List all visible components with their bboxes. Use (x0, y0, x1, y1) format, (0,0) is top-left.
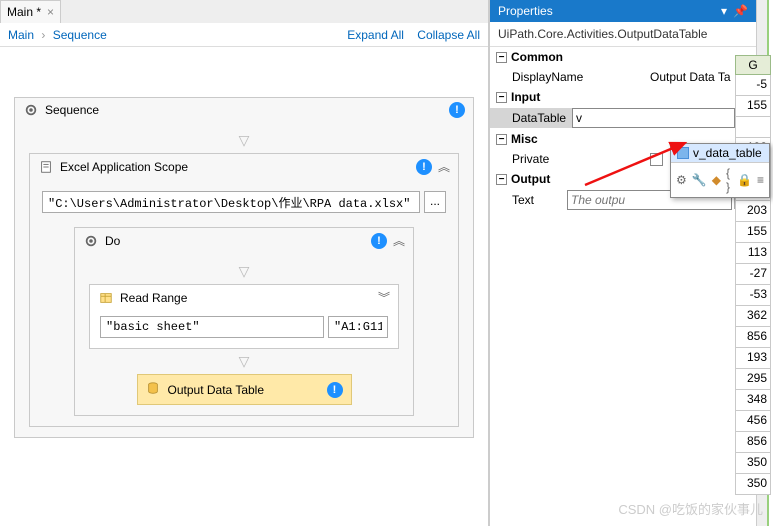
prop-displayname-value[interactable]: Output Data Ta (650, 70, 731, 84)
breadcrumb-child[interactable]: Sequence (53, 28, 107, 42)
sequence-icon (83, 233, 99, 249)
lock-icon[interactable]: 🔒 (737, 166, 752, 194)
excel-cell[interactable]: 155 (735, 222, 771, 243)
excel-scope-activity[interactable]: Excel Application Scope ! ︽ ... (29, 153, 459, 427)
pin-icon[interactable]: 📌 (733, 4, 748, 18)
excel-cell[interactable]: -5 (735, 75, 771, 96)
properties-title: Properties (498, 4, 553, 18)
excel-cell[interactable]: 362 (735, 306, 771, 327)
dropdown-icon[interactable]: ▾ (721, 4, 727, 18)
wrench-icon[interactable]: 🔧 (692, 166, 707, 194)
sheet-name-input[interactable] (100, 316, 324, 338)
autocomplete-item[interactable]: v_data_table (671, 144, 769, 162)
datatable-icon (146, 381, 160, 398)
properties-panel: Properties ▾ 📌 UiPath.Core.Activities.Ou… (489, 0, 756, 526)
file-tab[interactable]: Main * × (0, 0, 61, 23)
watermark: CSDN @吃饭的家伙事儿 (618, 499, 763, 518)
collapse-icon[interactable]: ︽ (393, 232, 405, 249)
braces-icon[interactable]: { } (726, 166, 732, 194)
excel-cell[interactable]: 155 (735, 96, 771, 117)
excel-scope-title: Excel Application Scope (60, 160, 410, 174)
excel-cell[interactable]: 193 (735, 348, 771, 369)
file-tab-label: Main * (7, 5, 41, 19)
activity-class: UiPath.Core.Activities.OutputDataTable (490, 22, 756, 47)
excel-cell[interactable]: 295 (735, 369, 771, 390)
excel-cell[interactable]: 203 (735, 201, 771, 222)
read-range-activity[interactable]: Read Range ︽ (89, 284, 399, 349)
excel-cell[interactable]: 456 (735, 411, 771, 432)
prop-displayname-label: DisplayName (490, 67, 650, 87)
excel-col-header: G (735, 55, 771, 75)
category-input[interactable]: −Input (490, 87, 756, 107)
warn-icon[interactable]: ! (327, 382, 343, 398)
prop-datatable-label: DataTable (490, 108, 572, 128)
excel-cell[interactable]: 856 (735, 432, 771, 453)
do-activity[interactable]: Do ! ︽ ▽ Read Range (74, 227, 414, 416)
autocomplete-item-label: v_data_table (693, 146, 762, 160)
excel-cell[interactable]: 856 (735, 327, 771, 348)
prop-text-label: Text (490, 190, 567, 210)
range-input[interactable] (328, 316, 388, 338)
gear-icon[interactable]: ⚙ (676, 166, 687, 194)
drop-indicator[interactable]: ▽ (27, 128, 461, 153)
prop-private-checkbox[interactable] (650, 153, 663, 166)
browse-button[interactable]: ... (424, 191, 446, 213)
warn-icon[interactable]: ! (449, 102, 465, 118)
sequence-icon (23, 102, 39, 118)
collapse-icon[interactable]: ︽ (438, 158, 450, 175)
excel-cell[interactable]: 113 (735, 243, 771, 264)
excel-cell[interactable] (735, 117, 771, 138)
variable-icon (677, 147, 689, 159)
prop-datatable-input[interactable] (572, 108, 735, 128)
warn-icon[interactable]: ! (371, 233, 387, 249)
breadcrumb-root[interactable]: Main (8, 28, 34, 42)
breadcrumb: Main › Sequence (8, 28, 107, 42)
excel-column-preview: G -5155193-15795203155113-27-53362856193… (735, 55, 771, 495)
excel-cell[interactable]: -53 (735, 285, 771, 306)
excel-cell[interactable]: 350 (735, 474, 771, 495)
output-data-table-activity[interactable]: Output Data Table ! (137, 374, 352, 405)
excel-cell[interactable]: -27 (735, 264, 771, 285)
drop-indicator[interactable]: ▽ (87, 259, 401, 284)
output-data-table-title: Output Data Table (168, 383, 319, 397)
excel-cell[interactable]: 348 (735, 390, 771, 411)
category-common[interactable]: −Common (490, 47, 756, 67)
collapse-all-link[interactable]: Collapse All (417, 28, 480, 42)
collapse-icon[interactable]: ︽ (378, 289, 390, 306)
workbook-path-input[interactable] (42, 191, 420, 213)
excel-icon (38, 159, 54, 175)
autocomplete-popup: v_data_table ⚙ 🔧 ◆ { } 🔒 ≡ (670, 143, 770, 198)
spreadsheet-icon (98, 290, 114, 306)
excel-cell[interactable]: 350 (735, 453, 771, 474)
warn-icon[interactable]: ! (416, 159, 432, 175)
prop-private-label: Private (490, 149, 650, 169)
close-icon[interactable]: × (47, 5, 54, 19)
field-icon[interactable]: ◆ (712, 166, 721, 194)
more-icon[interactable]: ≡ (757, 166, 764, 194)
sequence-activity[interactable]: Sequence ! ▽ Excel Application Scope ! ︽ (14, 97, 474, 438)
do-title: Do (105, 234, 365, 248)
sequence-title: Sequence (45, 103, 443, 117)
drop-indicator[interactable]: ▽ (87, 349, 401, 374)
expand-all-link[interactable]: Expand All (347, 28, 404, 42)
read-range-title: Read Range (120, 291, 372, 305)
